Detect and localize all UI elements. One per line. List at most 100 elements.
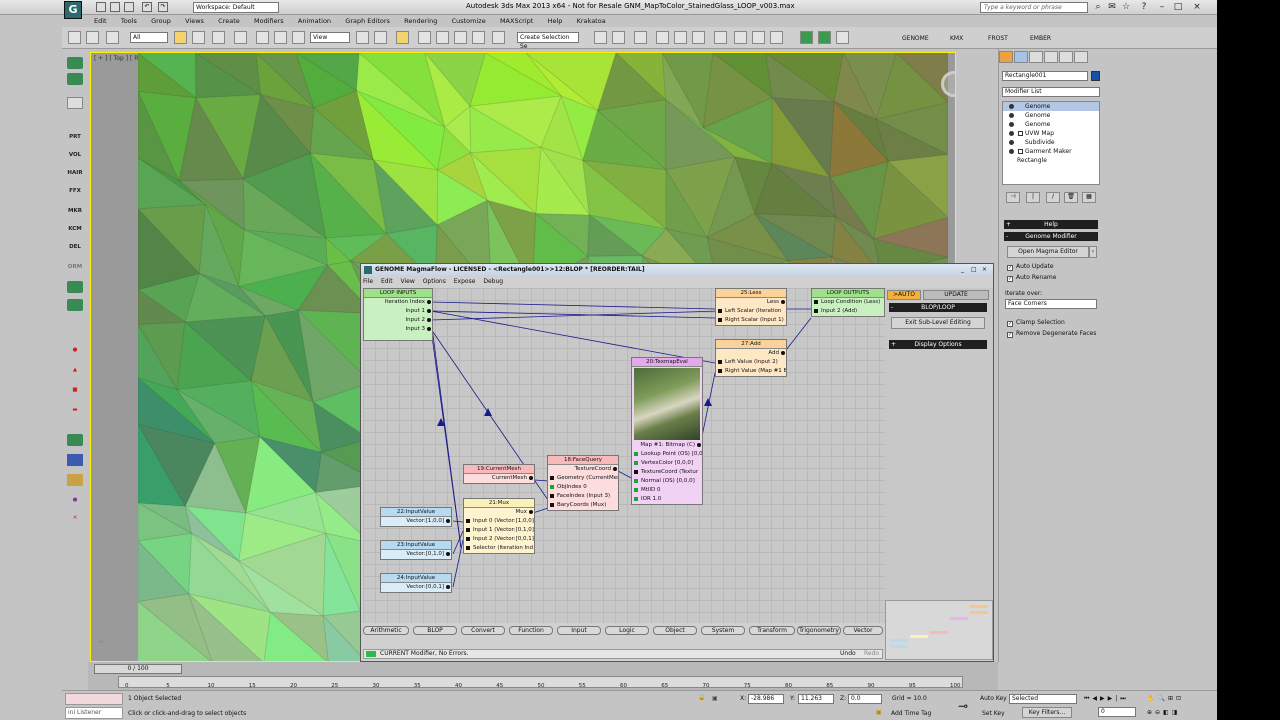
remove-modifier-icon[interactable]: 🗑	[1064, 192, 1078, 203]
mf-menu-expose[interactable]: Expose	[454, 278, 476, 285]
auto-rename-checkbox[interactable]: ✓ Auto Rename	[1007, 274, 1056, 282]
bulb-icon[interactable]	[1009, 149, 1014, 154]
category-object[interactable]: Object	[653, 626, 697, 635]
auto-toggle-button[interactable]: >AUTO	[887, 290, 921, 300]
open-file-icon[interactable]	[110, 2, 120, 12]
modifier-list-dropdown[interactable]: Modifier List	[1002, 87, 1100, 97]
iterate-dropdown[interactable]: Face Corners	[1005, 299, 1097, 309]
del-button[interactable]: DEL	[67, 241, 83, 253]
key-mode-icon[interactable]: ⊸	[958, 699, 968, 713]
redo-icon[interactable]: ↷	[158, 2, 168, 12]
check-icon[interactable]: ✓	[1007, 276, 1013, 282]
align-icon[interactable]	[612, 31, 625, 44]
krakatoa-render-icon[interactable]	[67, 73, 83, 85]
named-selection-dropdown[interactable]: Create Selection Se	[517, 32, 579, 50]
3dsmax-logo-icon[interactable]: G	[64, 1, 82, 19]
vol-button[interactable]: VOL	[67, 149, 83, 161]
rectangular-selection-icon[interactable]	[212, 31, 225, 44]
less-node[interactable]: 25:Less Less Left Scalar (Iteration Righ…	[715, 288, 787, 326]
genome-toolbar-label[interactable]: GENOME	[902, 35, 929, 42]
bind-space-warp-icon[interactable]	[106, 31, 119, 44]
blop-loop-rollout[interactable]: - BLOP/LOOP	[889, 303, 987, 312]
bulb-icon[interactable]	[1009, 113, 1014, 118]
kmx-toolbar-label[interactable]: KMX	[950, 35, 963, 42]
ember-field-icon[interactable]: ▬	[67, 404, 83, 416]
object-name-field[interactable]: Rectangle001	[1002, 71, 1088, 81]
mkr-button[interactable]: MKR	[67, 205, 83, 217]
rotate-icon[interactable]	[274, 31, 287, 44]
expand-icon[interactable]	[1018, 131, 1023, 136]
key-target-dropdown[interactable]: Selected	[1009, 694, 1077, 704]
magmaflow-title-bar[interactable]: GENOME MagmaFlow - LICENSED - <Rectangle…	[361, 264, 993, 276]
maxscript-listener-mini[interactable]	[65, 693, 123, 705]
help-icon[interactable]: ?	[1137, 1, 1151, 13]
close-button[interactable]: ×	[982, 264, 987, 276]
input-value-23-node[interactable]: 23:InputValue Vector:[0,1,0]	[380, 540, 452, 560]
add-node[interactable]: 27:Add Add Left Value (Input 2) Right Va…	[715, 339, 787, 377]
check-icon[interactable]: ✓	[1007, 321, 1013, 327]
menu-animation[interactable]: Animation	[292, 15, 337, 27]
open-magma-editor-button[interactable]: Open Magma Editor	[1007, 246, 1089, 258]
frost-shape-icon[interactable]: ▲	[67, 364, 83, 376]
bulb-icon[interactable]	[1009, 140, 1014, 145]
krakatoa-icon[interactable]	[800, 31, 813, 44]
select-object-icon[interactable]	[174, 31, 187, 44]
menu-views[interactable]: Views	[179, 15, 210, 27]
schematic-view-icon[interactable]	[692, 31, 705, 44]
loop-outputs-node[interactable]: LOOP OUTPUTS Loop Condition (Less) Input…	[811, 288, 885, 317]
prt-loader-icon[interactable]	[818, 31, 831, 44]
maximize-button[interactable]: □	[1171, 1, 1185, 13]
current-frame-field[interactable]: 0	[1098, 707, 1136, 717]
percent-snap-icon[interactable]	[454, 31, 467, 44]
link-icon[interactable]	[68, 31, 81, 44]
menu-edit[interactable]: Edit	[88, 15, 113, 27]
select-by-name-icon[interactable]	[192, 31, 205, 44]
input-value-24-node[interactable]: 24:InputValue Vector:[0,0,1]	[380, 573, 452, 593]
frost-toolbar-label[interactable]: FROST	[988, 35, 1008, 42]
auto-update-checkbox[interactable]: ✓ Auto Update	[1007, 263, 1054, 271]
mf-menu-edit[interactable]: Edit	[381, 278, 393, 285]
texmap-eval-node[interactable]: 20:TexmapEval Map #1: Bitmap (C) Lookup …	[631, 357, 703, 505]
update-button[interactable]: UPDATE	[923, 290, 989, 300]
save-file-icon[interactable]	[124, 2, 134, 12]
time-tag-icon[interactable]: ▣	[876, 709, 882, 716]
curve-editor-icon[interactable]	[674, 31, 687, 44]
bulb-icon[interactable]	[1009, 122, 1014, 127]
keyboard-shortcut-override-icon[interactable]	[396, 31, 409, 44]
kcm-button[interactable]: KCM	[67, 223, 83, 235]
unlink-icon[interactable]	[86, 31, 99, 44]
z-coordinate-field[interactable]: 0.0	[848, 694, 882, 704]
pivot-point-icon[interactable]	[356, 31, 369, 44]
hair-button[interactable]: HAIR	[67, 167, 83, 179]
xmesh-icon[interactable]	[67, 474, 83, 486]
minimize-button[interactable]: _	[961, 264, 964, 276]
redo-button[interactable]: Redo	[864, 650, 879, 658]
configure-sets-icon[interactable]: ▦	[1082, 192, 1096, 203]
layer-manager-icon[interactable]	[634, 31, 647, 44]
maxscript-listener-input[interactable]: ini Listener	[65, 707, 123, 719]
help-rollout[interactable]: + Help	[1004, 220, 1098, 229]
face-query-node[interactable]: 18:FaceQuery TextureCoord Geometry (Curr…	[547, 455, 619, 511]
bulb-icon[interactable]	[1009, 131, 1014, 136]
menu-customize[interactable]: Customize	[446, 15, 492, 27]
angle-snap-icon[interactable]	[436, 31, 449, 44]
stack-item[interactable]: Genome	[1003, 111, 1099, 120]
material-editor-icon[interactable]	[714, 31, 727, 44]
stack-item[interactable]: Genome	[1003, 120, 1099, 129]
menu-rendering[interactable]: Rendering	[398, 15, 443, 27]
category-convert[interactable]: Convert	[461, 626, 505, 635]
menu-modifiers[interactable]: Modifiers	[248, 15, 290, 27]
blank-icon[interactable]	[67, 97, 83, 109]
menu-krakatoa[interactable]: Krakatoa	[571, 15, 612, 27]
modify-tab-icon[interactable]	[1014, 51, 1028, 63]
key-filters-button[interactable]: Key Filters...	[1022, 707, 1072, 718]
display-tab-icon[interactable]	[1059, 51, 1073, 63]
check-icon[interactable]: ✓	[1007, 265, 1013, 271]
category-system[interactable]: System	[701, 626, 745, 635]
track-bar[interactable]: 0 5 10 15 20 25 30 35 40 45 50 55 60 65 70 75 80 85 90 95 10…	[118, 676, 963, 689]
snaps-toggle-icon[interactable]	[418, 31, 431, 44]
remove-degenerate-checkbox[interactable]: ✓ Remove Degenerate Faces	[1007, 330, 1096, 338]
time-slider[interactable]: 0 / 100	[94, 664, 182, 674]
stack-item[interactable]: Subdivide	[1003, 138, 1099, 147]
select-manipulate-icon[interactable]	[374, 31, 387, 44]
